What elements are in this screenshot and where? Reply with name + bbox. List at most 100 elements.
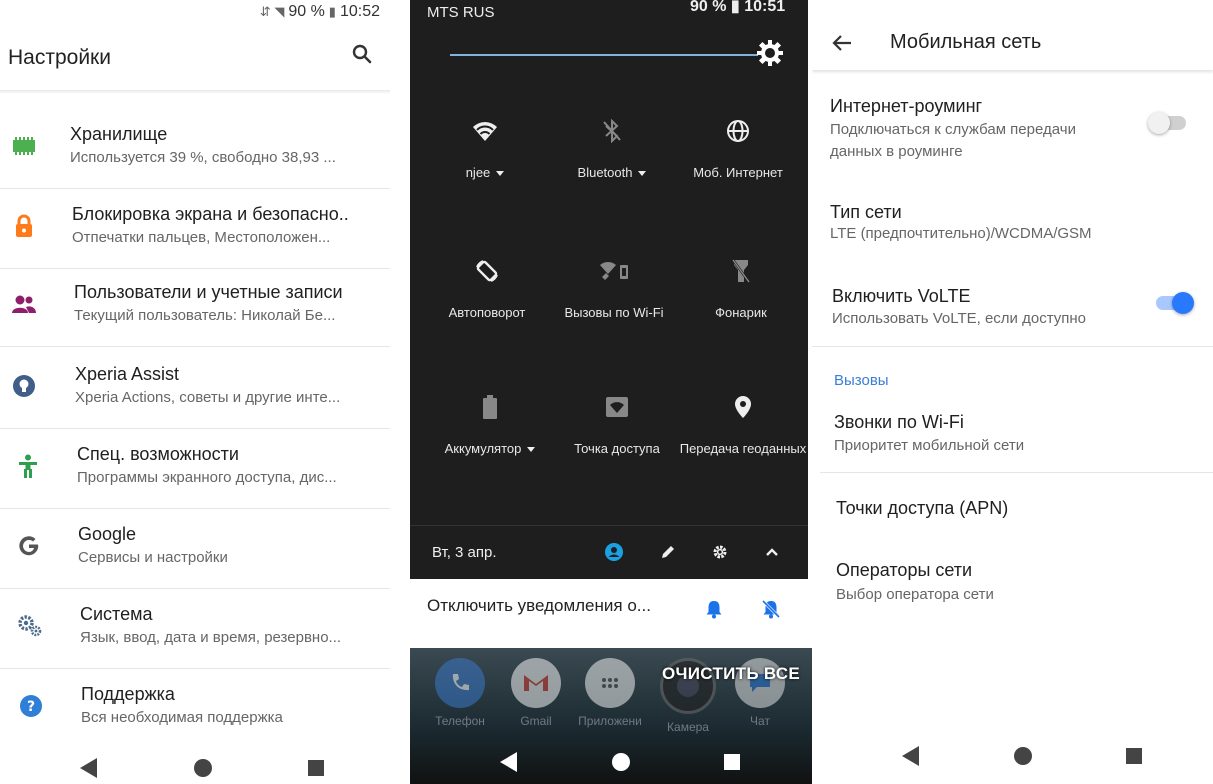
lightbulb-icon [10, 372, 38, 400]
carrier-label: MTS RUS [427, 4, 495, 21]
home-button[interactable] [1013, 747, 1032, 765]
settings-item-subtitle: Текущий пользователь: Николай Бе... [74, 307, 336, 324]
brightness-slider[interactable] [450, 54, 758, 56]
settings-item[interactable]: Google Сервисы и настройки [0, 520, 400, 592]
home-button[interactable] [611, 753, 630, 771]
settings-item-title: Google [78, 524, 137, 544]
quick-tile-label: Передача геоданных [679, 441, 807, 456]
gmail-icon [504, 658, 568, 708]
clear-all-button[interactable]: ОЧИСТИТЬ ВСЕ [662, 664, 800, 684]
quick-settings-footer: Вт, 3 апр. [410, 525, 808, 579]
status-bar: 90 % ▮ 10:51 [690, 0, 785, 16]
dropdown-caret-icon[interactable] [638, 171, 647, 177]
quick-tile[interactable]: Bluetooth [547, 116, 677, 181]
settings-item[interactable]: Спец. возможности Программы экранного дос… [0, 440, 400, 512]
phone-icon [428, 658, 492, 708]
bell-off-icon[interactable] [760, 598, 782, 620]
date-label: Вт, 3 апр. [432, 544, 497, 561]
settings-item[interactable]: Пользователи и учетные записи Текущий пол… [0, 278, 400, 350]
volte-subtitle: Использовать VoLTE, если доступно [832, 310, 1086, 327]
settings-item[interactable]: Блокировка экрана и безопасно.. Отпечатки… [0, 200, 400, 272]
home-screen: Телефон Gmail Приложени Камера Чат ОЧИСТИТЬ … [410, 648, 812, 784]
brightness-thumb-icon[interactable] [757, 40, 783, 66]
bell-icon[interactable] [703, 598, 725, 620]
user-account-icon[interactable] [602, 540, 626, 564]
volte-setting[interactable]: Включить VoLTE Использовать VoLTE, если … [812, 276, 1213, 346]
svg-text:?: ? [27, 699, 35, 715]
dock-app[interactable]: Телефон [428, 658, 492, 728]
dock-app-label: Чат [750, 714, 770, 728]
quick-tile[interactable]: Передача геоданных [678, 392, 808, 457]
settings-item-subtitle: Вся необходимая поддержка [81, 709, 283, 726]
quick-tile[interactable]: Вызовы по Wi-Fi [549, 256, 679, 321]
recents-button[interactable] [308, 760, 324, 776]
home-button[interactable] [193, 759, 212, 777]
settings-item-title: Xperia Assist [75, 364, 180, 384]
dock-app[interactable]: Gmail [504, 658, 568, 728]
dock-app-label: Gmail [520, 714, 552, 728]
settings-panel: ⇵ ◥ 90 % ▮ 10:52 Настройки Хранилище Испо… [0, 0, 400, 784]
roaming-toggle[interactable] [1148, 112, 1186, 134]
signal-icon: ⇵ ◥ [259, 4, 285, 19]
accessibility-icon [14, 452, 42, 480]
quick-tile[interactable]: Фонарик [676, 256, 806, 321]
battery-icon: ▮ [730, 0, 740, 15]
quick-tile[interactable]: njee [420, 116, 550, 181]
quick-tile[interactable]: Аккумулятор [425, 392, 555, 457]
quick-tile-label: Фонарик [715, 305, 767, 320]
settings-item-subtitle: Язык, ввод, дата и время, резервно... [80, 629, 342, 646]
google-icon [15, 532, 43, 560]
settings-item-title: Спец. возможности [77, 444, 239, 464]
settings-item-subtitle: Используется 39 %, свободно 38,93 ... [70, 149, 336, 166]
page-title: Мобильная сеть [890, 31, 1042, 53]
settings-item[interactable]: Xperia Assist Xperia Actions, советы и др… [0, 360, 400, 432]
collapse-chevron-icon[interactable] [760, 540, 784, 564]
settings-item[interactable]: Хранилище Используется 39 %, свободно 38,… [0, 120, 400, 192]
back-arrow-icon[interactable] [832, 34, 852, 52]
settings-item-title: Пользователи и учетные записи [74, 282, 343, 302]
wifi-calls-setting[interactable]: Звонки по Wi-Fi Приоритет мобильной сети [812, 402, 1213, 470]
settings-item-title: Система [80, 604, 153, 624]
search-icon[interactable] [350, 42, 374, 66]
back-button[interactable] [500, 752, 517, 772]
toolbar: Мобильная сеть [812, 0, 1213, 70]
users-icon [10, 290, 38, 318]
roaming-setting[interactable]: Интернет-роуминг Подключаться к службам … [812, 86, 1213, 176]
edit-pencil-icon[interactable] [656, 540, 680, 564]
operators-setting[interactable]: Операторы сети Выбор оператора сети [812, 550, 1213, 620]
settings-item[interactable]: Система Язык, ввод, дата и время, резервн… [0, 600, 400, 672]
wifi-calls-title: Звонки по Wi-Fi [834, 412, 964, 432]
wifi-calling-icon [549, 256, 679, 286]
recents-button[interactable] [724, 754, 740, 770]
nav-bar [500, 752, 740, 772]
back-button[interactable] [902, 746, 919, 766]
dock-app-label: Приложени [578, 714, 642, 728]
dropdown-caret-icon[interactable] [496, 171, 505, 177]
mobile-network-panel: Мобильная сеть Интернет-роуминг Подключа… [812, 0, 1213, 784]
divider [0, 346, 390, 347]
page-title: Настройки [8, 46, 111, 69]
settings-gear-icon[interactable] [708, 540, 732, 564]
settings-item-title: Блокировка экрана и безопасно.. [72, 204, 349, 224]
recents-button[interactable] [1126, 748, 1142, 764]
apn-setting[interactable]: Точки доступа (APN) [812, 488, 1213, 538]
wifi-calls-subtitle: Приоритет мобильной сети [834, 437, 1025, 454]
quick-tile-label: Моб. Интернет [693, 165, 783, 180]
quick-tile[interactable]: Автоповорот [422, 256, 552, 321]
dock-app[interactable]: Приложени [578, 658, 642, 728]
back-button[interactable] [80, 758, 97, 778]
volte-toggle[interactable] [1156, 292, 1194, 314]
divider [812, 346, 1213, 347]
toggle-knob [1148, 112, 1170, 134]
system-gears-icon [16, 612, 44, 640]
quick-tile[interactable]: Моб. Интернет [673, 116, 803, 181]
divider [0, 188, 390, 189]
network-type-setting[interactable]: Тип сети LTE (предпочтительно)/WCDMA/GSM [812, 192, 1213, 262]
divider [820, 472, 1213, 473]
dock-app-label: Телефон [435, 714, 485, 728]
settings-item[interactable]: ? Поддержка Вся необходимая поддержка [0, 680, 400, 752]
notification-card[interactable]: Отключить уведомления о... [410, 580, 808, 638]
dropdown-caret-icon[interactable] [527, 447, 536, 453]
nav-bar [80, 758, 324, 778]
quick-tile[interactable]: Точка доступа [552, 392, 682, 457]
